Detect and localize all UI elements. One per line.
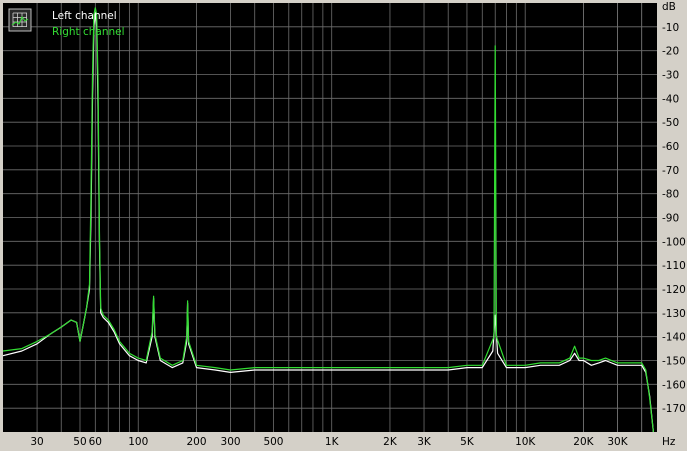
chart-frame: 30 50 60 100 200 300 500 1K 2K 3K 5K 10K 20K 30K -10-…: [0, 0, 687, 451]
x-tick-label: 5K: [460, 436, 475, 448]
y-axis-unit: dB: [662, 1, 676, 13]
y-tick-label: -170: [662, 403, 686, 415]
x-tick-label: 300: [221, 436, 241, 448]
y-tick-label: -160: [662, 379, 686, 391]
y-tick-label: -50: [662, 117, 679, 129]
x-tick-label: 20K: [573, 436, 594, 448]
x-axis-unit: Hz: [662, 436, 676, 448]
y-tick-label: -120: [662, 284, 686, 296]
x-tick-label: 30K: [607, 436, 628, 448]
x-tick-label: 50: [73, 436, 86, 448]
y-tick-label: -70: [662, 165, 679, 177]
legend-left-channel: Left channel: [52, 10, 117, 22]
x-tick-label: 100: [128, 436, 148, 448]
y-axis: -10 -20 -30 -40 -50 -60 -70 -80 -90 -100 -110 -120 -…: [662, 22, 686, 415]
x-tick-label: 10K: [515, 436, 536, 448]
y-tick-label: -130: [662, 308, 686, 320]
x-axis: 30 50 60 100 200 300 500 1K 2K 3K 5K 10K 20K 30K: [30, 436, 628, 448]
x-tick-label: 200: [186, 436, 206, 448]
y-tick-label: -100: [662, 236, 686, 248]
y-tick-label: -110: [662, 260, 686, 272]
x-tick-label: 1K: [325, 436, 340, 448]
x-tick-label: 3K: [417, 436, 432, 448]
x-tick-label: 500: [263, 436, 283, 448]
y-tick-label: -30: [662, 70, 679, 82]
y-tick-label: -80: [662, 189, 679, 201]
y-tick-label: -60: [662, 141, 679, 153]
legend-icon[interactable]: [8, 8, 32, 32]
y-tick-label: -150: [662, 356, 686, 368]
x-tick-label: 30: [30, 436, 43, 448]
legend-right-channel: Right channel: [52, 26, 125, 38]
y-tick-label: -40: [662, 93, 679, 105]
x-tick-label: 60: [89, 436, 102, 448]
y-tick-label: -10: [662, 22, 679, 34]
y-tick-label: -20: [662, 46, 679, 58]
y-tick-label: -90: [662, 213, 679, 225]
spectrum-chart: 30 50 60 100 200 300 500 1K 2K 3K 5K 10K 20K 30K -10-…: [2, 1, 686, 448]
x-tick-label: 2K: [383, 436, 398, 448]
y-tick-label: -140: [662, 332, 686, 344]
